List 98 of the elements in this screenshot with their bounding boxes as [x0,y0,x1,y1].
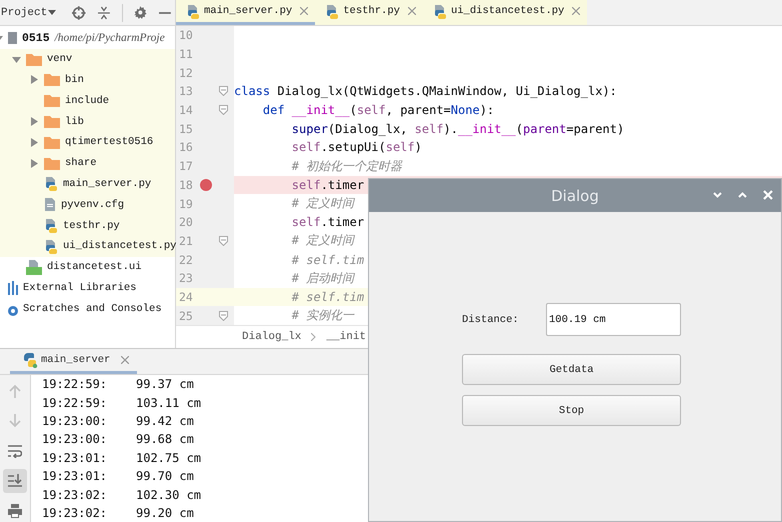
output-time: 19:23:02: [42,488,108,502]
expanded-arrow-icon[interactable] [12,54,21,64]
fold-marker-icon[interactable] [218,236,228,246]
dialog-button[interactable]: Stop [462,395,681,426]
breadcrumb-item[interactable]: Dialog_lx [242,331,302,343]
tree-item[interactable]: testhr.py [0,215,175,236]
print-icon[interactable] [8,504,22,518]
folder-icon [44,115,60,128]
code-text: class Dialog_lx(QtWidgets.QMainWindow, Ui_Dialog_lx): [233,84,617,98]
code-comment: # 启动时间 [290,270,354,287]
collapsed-arrow-icon[interactable] [30,138,39,147]
settings-icon[interactable] [134,5,148,20]
output-value: 102.75 cm [136,450,202,465]
code-text: self.timer [290,215,364,230]
scroll-to-end-icon[interactable] [8,474,22,488]
tree-item[interactable]: Scratches and Consoles [0,298,175,320]
output-value: 99.70 cm [136,469,194,484]
tree-item[interactable]: ui_distancetest.py [0,236,175,257]
libraries-icon [8,280,18,295]
chevron-down-icon[interactable] [713,192,722,198]
tree-item[interactable]: bin [0,70,175,90]
soft-wrap-icon[interactable] [8,444,22,458]
editor-tab[interactable]: testhr.py [315,0,423,25]
tree-item[interactable]: External Libraries [0,278,175,298]
close-icon[interactable] [572,7,580,15]
code-text: self.setupUi(self) [290,140,422,154]
code-comment: # self.tim [290,252,364,267]
folder-icon [44,94,60,108]
editor-tab[interactable]: main_server.py [176,0,316,25]
close-icon[interactable] [408,7,416,15]
fold-marker-icon[interactable] [218,105,228,116]
module-folder-icon [8,32,17,44]
breadcrumb-item[interactable]: __init [326,331,366,343]
python-run-icon [22,352,38,368]
code-text: self.timer [290,178,364,192]
python-file-icon [325,4,340,18]
folder-icon [44,73,60,86]
project-dropdown[interactable]: Project [0,6,56,18]
output-time: 19:22:59: [42,396,108,410]
collapsed-arrow-icon[interactable] [30,117,39,126]
collapse-all-icon[interactable] [98,4,110,20]
run-tab[interactable]: main_server [10,349,138,374]
tree-item[interactable]: qtimertest0516 [0,132,175,153]
breakpoint-icon[interactable] [200,178,212,191]
collapsed-arrow-icon[interactable] [30,75,39,84]
distance-label: Distance: [462,314,520,326]
output-time: 19:22:59: [42,377,108,392]
folder-icon [44,156,60,170]
python-file-icon [186,4,200,18]
python-file-icon [44,176,58,192]
tree-item[interactable]: 0515 /home/pi/PycharmProje [0,28,175,49]
output-value: 99.42 cm [136,414,194,428]
tree-item[interactable]: include [0,90,175,112]
folder-icon [26,52,42,66]
output-value: 99.68 cm [136,432,194,446]
output-value: 99.20 cm [136,506,194,520]
code-comment: # 定义时间 [290,232,354,250]
tree-item[interactable]: share [0,152,175,174]
editor-tab[interactable]: ui_distancetest.py [422,0,588,25]
code-comment: # 初始化一个定时器 [290,158,402,175]
tree-item[interactable]: main_server.py [0,174,175,194]
qt-file-icon [26,260,42,275]
collapsed-arrow-icon[interactable] [30,158,39,168]
distance-field[interactable]: 100.19 cm [546,303,681,336]
tree-item[interactable]: distancetest.ui [0,256,175,278]
fold-marker-icon[interactable] [218,310,228,321]
code-comment: # 实例化一 [290,307,354,324]
tree-item[interactable]: venv [0,48,175,70]
code-text: def __init__(self, parent=None): [262,103,494,118]
output-time: 19:23:01: [42,469,108,484]
code-comment: # self.tim [290,290,364,304]
dialog-title: Dialog [551,186,599,204]
target-icon[interactable] [72,4,86,20]
output-value: 103.11 cm [136,396,202,410]
output-time: 19:23:00: [42,414,108,428]
caret-icon [48,10,56,15]
output-time: 19:23:00: [42,432,108,446]
toolbar-button[interactable] [3,469,27,493]
close-icon[interactable] [300,7,308,15]
close-icon[interactable] [121,356,130,364]
tree-item[interactable]: lib [0,111,175,132]
code-text: super(Dialog_lx, self).__init__(parent=parent) [290,122,624,136]
dialog-button[interactable]: Getdata [462,354,681,385]
output-time: 19:23:02: [42,506,108,520]
python-file-icon [44,238,58,254]
fold-marker-icon[interactable] [218,86,228,96]
text-file-icon [44,197,56,212]
output-value: 102.30 cm [136,488,202,502]
output-value: 99.37 cm [136,377,194,392]
python-file-icon [44,218,58,234]
folder-icon [44,136,60,149]
tree-item[interactable]: pyvenv.cfg [0,194,175,216]
minimize-icon[interactable] [159,12,171,14]
output-time: 19:23:01: [42,450,108,465]
code-comment: # 定义时间 [290,195,354,212]
chevron-up-icon[interactable] [738,192,747,198]
chevron-icon [311,333,316,341]
python-file-icon [432,4,447,18]
